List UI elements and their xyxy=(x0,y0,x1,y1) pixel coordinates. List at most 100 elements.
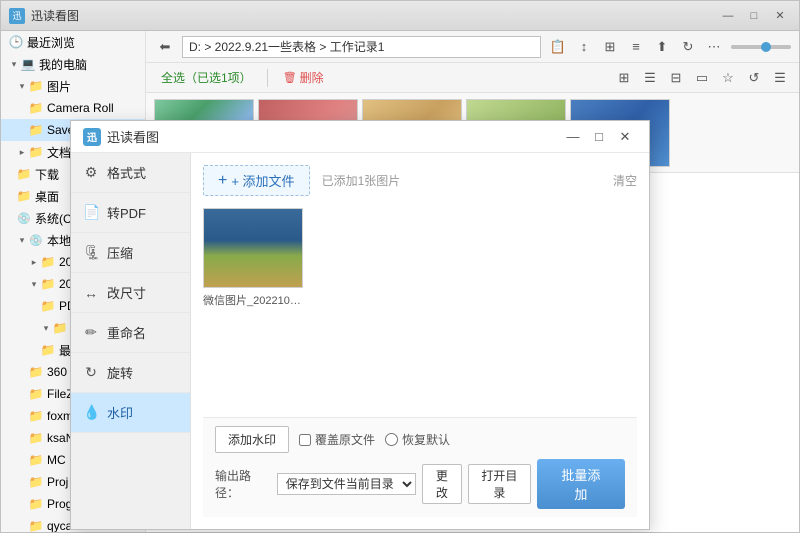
sort-icon[interactable]: ↕ xyxy=(573,36,595,58)
open-folder-button[interactable]: 打开目录 xyxy=(468,464,531,504)
image-grid: 微信图片_20221024114... xyxy=(203,208,637,417)
camera-roll-icon: 📁 xyxy=(29,101,43,115)
sysc-icon: 💿 xyxy=(17,211,31,225)
modal-controls: — □ ✕ xyxy=(561,125,637,149)
upload-icon[interactable]: ⬆ xyxy=(651,36,673,58)
title-bar-left: 迅 迅读看图 xyxy=(9,7,79,24)
close-button[interactable]: ✕ xyxy=(769,6,791,26)
modal-app-icon: 迅 xyxy=(83,128,101,146)
address-input[interactable] xyxy=(182,36,541,58)
plus-icon: + xyxy=(218,173,227,189)
path-change-button[interactable]: 更改 xyxy=(422,464,462,504)
more-icon[interactable]: ⋯ xyxy=(703,36,725,58)
downloads-icon: 📁 xyxy=(17,167,31,181)
toolbar: 全选（已选1项） 🗑 删除 ⊞ ☰ ⊟ ▭ ☆ ↺ ☰ xyxy=(146,63,799,93)
menu-icon[interactable]: ☰ xyxy=(769,67,791,89)
restore-default-radio[interactable]: 恢复默认 xyxy=(385,431,450,448)
cover-original-checkbox[interactable]: 覆盖原文件 xyxy=(299,431,375,448)
sidebar-item-pictures[interactable]: ▾ 📁 图片 xyxy=(1,75,145,97)
docs-icon: 📁 xyxy=(29,145,43,159)
trash-icon: 🗑 xyxy=(283,71,297,84)
recent2-icon: 📁 xyxy=(41,343,55,357)
expand-arrow-docs: ▸ xyxy=(17,147,27,157)
list-view-icon[interactable]: ☰ xyxy=(639,67,661,89)
detail-view-icon[interactable]: ⊟ xyxy=(665,67,687,89)
batch-add-button[interactable]: 批量添加 xyxy=(537,459,625,509)
desktop-icon: 📁 xyxy=(17,189,31,203)
image-thumbnail-1 xyxy=(203,208,303,288)
expand-2022b: ▾ xyxy=(29,279,39,289)
menu-item-pdf[interactable]: 📄 转PDF xyxy=(71,193,190,233)
zoom-slider[interactable] xyxy=(731,45,791,49)
delete-button[interactable]: 🗑 删除 xyxy=(276,66,331,89)
menu-item-rotate[interactable]: ↻ 旋转 xyxy=(71,353,190,393)
add-folder-icon[interactable]: 📋 xyxy=(547,36,569,58)
restore-default-input[interactable] xyxy=(385,433,398,446)
star-icon[interactable]: ☆ xyxy=(717,67,739,89)
address-icons: 📋 ↕ ⊞ ≡ ⬆ ↻ ⋯ xyxy=(547,36,725,58)
expand-arrow: ▾ xyxy=(9,59,19,69)
expand-2022a: ▸ xyxy=(29,257,39,267)
modal-content: + + 添加文件 已添加1张图片 清空 微信图片_20221024114... xyxy=(191,153,649,529)
watermark-icon: 💧 xyxy=(83,404,99,421)
pdf-icon: 📁 xyxy=(41,299,55,313)
format-icon: ⚙ xyxy=(83,164,99,181)
rename-icon: ✏ xyxy=(83,324,99,341)
modal-title-bar: 迅 迅读看图 — □ ✕ xyxy=(71,121,649,153)
menu-item-rename[interactable]: ✏ 重命名 xyxy=(71,313,190,353)
modal-body: ⚙ 格式式 📄 转PDF 🗜 压缩 ↔ 改尺寸 ✏ 重命名 xyxy=(71,153,649,529)
cover-original-input[interactable] xyxy=(299,434,311,446)
list-icon[interactable]: ≡ xyxy=(625,36,647,58)
qyca-icon: 📁 xyxy=(29,519,43,532)
modal-close-button[interactable]: ✕ xyxy=(613,125,637,149)
image-item-1[interactable]: 微信图片_20221024114... xyxy=(203,208,303,308)
mc-icon: 📁 xyxy=(29,453,43,467)
prog-icon: 📁 xyxy=(29,497,43,511)
pc-icon: 💻 xyxy=(21,57,35,71)
nav-back-icon[interactable]: ⬅ xyxy=(154,36,176,58)
recycle-icon[interactable]: ↺ xyxy=(743,67,765,89)
title-bar: 迅 迅读看图 — □ ✕ xyxy=(1,1,799,31)
menu-item-resize[interactable]: ↔ 改尺寸 xyxy=(71,273,190,313)
local-icon: 💿 xyxy=(29,233,43,247)
add-file-button[interactable]: + + 添加文件 xyxy=(203,165,310,196)
toolbar-separator xyxy=(267,69,268,87)
select-all-button[interactable]: 全选（已选1项） xyxy=(154,66,259,89)
folder-2022b: 📁 xyxy=(41,277,55,291)
modal-title: 迅读看图 xyxy=(107,127,159,146)
modal-maximize-button[interactable]: □ xyxy=(587,125,611,149)
modal-dialog: 迅 迅读看图 — □ ✕ ⚙ 格式式 📄 转PDF xyxy=(70,120,650,530)
image-name-1: 微信图片_20221024114... xyxy=(203,292,303,308)
path-select[interactable]: 保存到文件当前目录 xyxy=(277,473,416,495)
sidebar-item-mypc[interactable]: ▾ 💻 我的电脑 xyxy=(1,53,145,75)
pictures-icon: 📁 xyxy=(29,79,43,93)
grid-view-icon[interactable]: ⊞ xyxy=(613,67,635,89)
clear-button[interactable]: 清空 xyxy=(613,172,637,189)
app-title: 迅读看图 xyxy=(31,7,79,24)
footer-row1: 添加水印 覆盖原文件 恢复默认 xyxy=(215,426,625,453)
zoom-thumb xyxy=(761,42,771,52)
maximize-button[interactable]: □ xyxy=(743,6,765,26)
title-bar-controls: — □ ✕ xyxy=(717,6,791,26)
sidebar-item-recent[interactable]: 🕒 最近浏览 xyxy=(1,31,145,53)
360-icon: 📁 xyxy=(29,365,43,379)
modal-minimize-button[interactable]: — xyxy=(561,125,585,149)
folder-2022a: 📁 xyxy=(41,255,55,269)
foxm-icon: 📁 xyxy=(29,409,43,423)
refresh-icon[interactable]: ↻ xyxy=(677,36,699,58)
ksa-icon: 📁 xyxy=(29,431,43,445)
menu-item-format[interactable]: ⚙ 格式式 xyxy=(71,153,190,193)
minimize-button[interactable]: — xyxy=(717,6,739,26)
app-icon: 迅 xyxy=(9,8,25,24)
expand-arrow-local: ▾ xyxy=(17,235,27,245)
filter-icon[interactable]: ▭ xyxy=(691,67,713,89)
add-watermark-button[interactable]: 添加水印 xyxy=(215,426,289,453)
menu-item-compress[interactable]: 🗜 压缩 xyxy=(71,233,190,273)
sidebar-item-camera-roll[interactable]: 📁 Camera Roll xyxy=(1,97,145,119)
compress-icon: 🗜 xyxy=(83,244,99,261)
expand-arrow-2: ▾ xyxy=(17,81,27,91)
menu-item-watermark[interactable]: 💧 水印 xyxy=(71,393,190,433)
toolbar-right: ⊞ ☰ ⊟ ▭ ☆ ↺ ☰ xyxy=(613,67,791,89)
proj-icon: 📁 xyxy=(29,475,43,489)
grid-icon[interactable]: ⊞ xyxy=(599,36,621,58)
